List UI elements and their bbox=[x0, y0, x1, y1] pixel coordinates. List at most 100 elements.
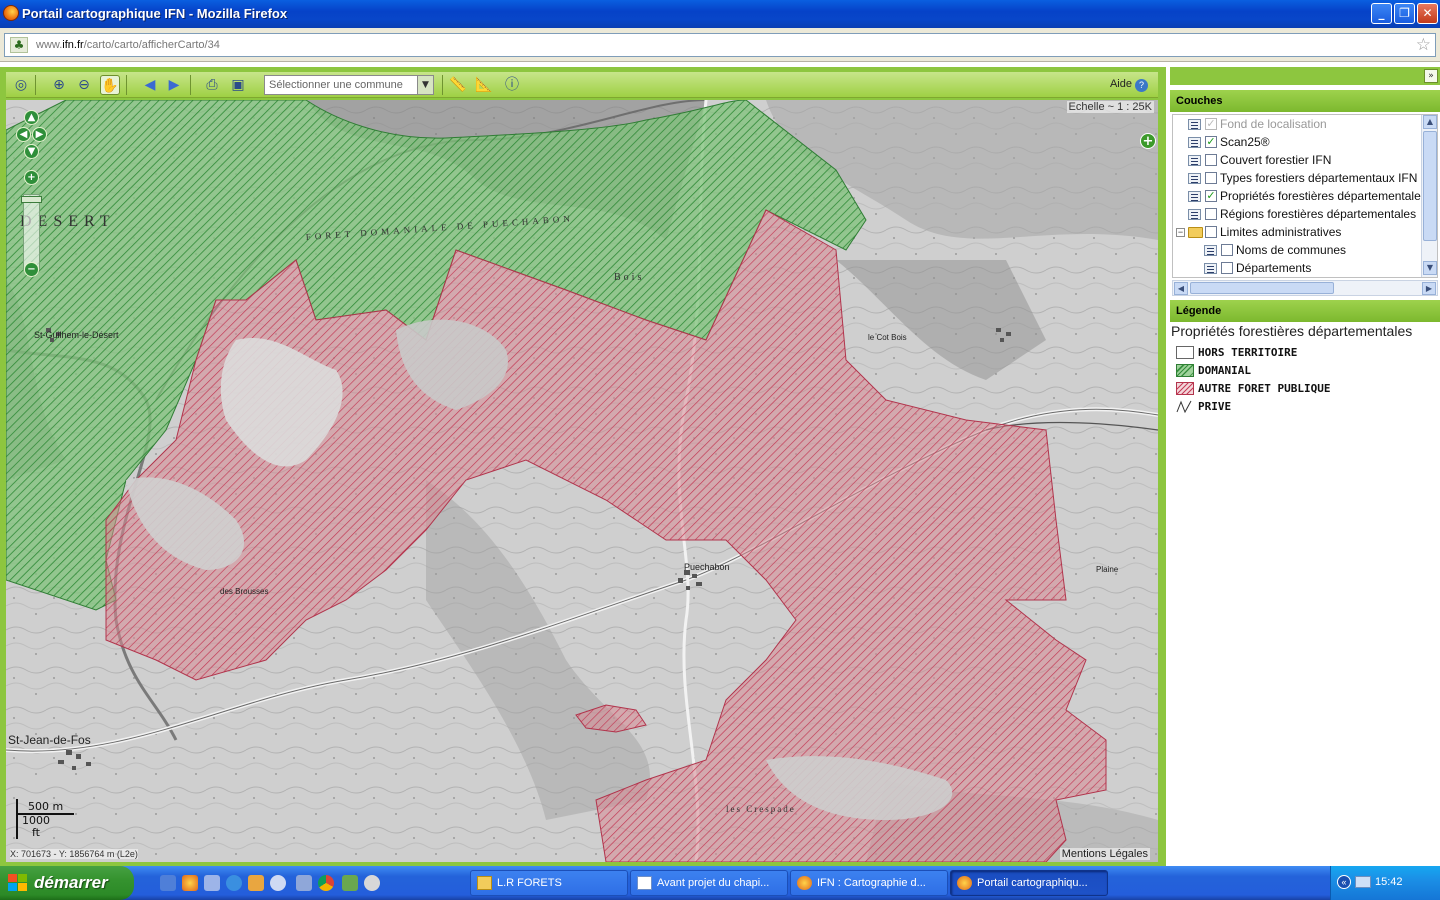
tray-expand-icon[interactable]: « bbox=[1337, 875, 1351, 889]
layer-checkbox[interactable]: ✓ bbox=[1205, 136, 1217, 148]
legend-swatch-line bbox=[1176, 400, 1192, 413]
url-field[interactable]: ♣ www.ifn.fr/carto/carto/afficherCarto/3… bbox=[4, 33, 1436, 57]
legend-swatch-green-hatch bbox=[1176, 364, 1194, 377]
place-label-saint-jean: St-Jean-de-Fos bbox=[8, 733, 91, 747]
zoom-slider[interactable] bbox=[23, 194, 40, 270]
pan-left-icon[interactable]: ◀ bbox=[16, 127, 31, 142]
windows-flag-icon bbox=[8, 874, 28, 892]
bookmark-star-icon[interactable]: ☆ bbox=[1416, 35, 1431, 55]
pan-down-icon[interactable]: ▼ bbox=[24, 144, 39, 159]
pan-hand-icon[interactable]: ✋ bbox=[100, 75, 120, 95]
layer-checkbox[interactable] bbox=[1205, 172, 1217, 184]
firefox-quicklaunch-icon[interactable] bbox=[182, 875, 198, 891]
site-icon: ♣ bbox=[10, 37, 28, 53]
zoom-slider-thumb[interactable] bbox=[21, 196, 42, 203]
layer-departements[interactable]: Départements bbox=[1173, 259, 1423, 277]
export-icon[interactable]: ▣ bbox=[228, 75, 248, 95]
scroll-down-icon[interactable]: ▼ bbox=[1423, 261, 1437, 275]
chevron-down-icon[interactable]: ▼ bbox=[417, 76, 433, 94]
scroll-thumb[interactable] bbox=[1190, 282, 1334, 294]
maximize-button[interactable]: ❐ bbox=[1394, 3, 1415, 24]
side-panel-top-bar: » bbox=[1170, 67, 1440, 85]
zoom-in-icon[interactable]: ⊕ bbox=[49, 75, 69, 95]
layer-tree-vertical-scrollbar[interactable]: ▲ ▼ bbox=[1421, 115, 1437, 277]
layer-checkbox[interactable] bbox=[1205, 226, 1217, 238]
full-extent-icon[interactable]: ◎ bbox=[11, 75, 31, 95]
window-title: Portail cartographique IFN - Mozilla Fir… bbox=[22, 6, 288, 21]
firefox-icon bbox=[957, 876, 972, 890]
network-icon[interactable] bbox=[1355, 876, 1371, 888]
scroll-up-icon[interactable]: ▲ bbox=[1423, 115, 1437, 129]
layer-checkbox: ✓ bbox=[1205, 118, 1217, 130]
commune-select[interactable]: Sélectionner une commune ▼ bbox=[264, 75, 434, 95]
app-area: ◎ ⊕ ⊖ ✋ ◀ ▶ ⎙ ▣ Sélectionner une commune… bbox=[0, 62, 1440, 866]
print-icon[interactable]: ⎙ bbox=[202, 75, 222, 95]
layer-tree-horizontal-scrollbar[interactable]: ◀ ▶ bbox=[1172, 280, 1438, 296]
show-desktop-icon[interactable] bbox=[160, 875, 176, 891]
app-quicklaunch-icon[interactable] bbox=[342, 875, 358, 891]
layer-couvert-forestier[interactable]: Couvert forestier IFN bbox=[1173, 151, 1423, 169]
measure-area-icon[interactable]: 📐 bbox=[474, 75, 494, 95]
previous-view-icon[interactable]: ◀ bbox=[140, 75, 160, 95]
info-icon[interactable]: ⓘ bbox=[502, 75, 522, 95]
scale-bar: 500 m 1000 ft bbox=[14, 798, 78, 844]
layer-checkbox[interactable] bbox=[1205, 208, 1217, 220]
task-avant-projet[interactable]: Avant projet du chapi... bbox=[630, 870, 788, 896]
system-tray: « 15:42 bbox=[1330, 866, 1440, 900]
scale-bar-metric: 500 m bbox=[28, 800, 64, 813]
place-label-plaine: Plaine bbox=[1096, 565, 1119, 574]
zoom-out-icon[interactable]: ⊖ bbox=[74, 75, 94, 95]
pan-up-icon[interactable]: ▲ bbox=[24, 110, 39, 125]
map-imagery: DESERT FORET DOMANIALE DE PUECHABON St-G… bbox=[6, 100, 1158, 862]
start-button[interactable]: démarrer bbox=[0, 866, 134, 900]
chrome-icon[interactable] bbox=[318, 875, 334, 891]
layer-types-forestiers[interactable]: Types forestiers départementaux IFN bbox=[1173, 169, 1423, 187]
layer-tree: ✓ Fond de localisation ✓ Scan25® Couvert… bbox=[1172, 114, 1438, 278]
collapse-tree-icon[interactable]: − bbox=[1176, 228, 1185, 237]
layer-switcher-plus-icon[interactable]: + bbox=[1140, 133, 1156, 149]
layer-limites-administratives[interactable]: − Limites administratives bbox=[1173, 223, 1423, 241]
layer-noms-communes[interactable]: Noms de communes bbox=[1173, 241, 1423, 259]
zoom-plus-icon[interactable]: + bbox=[24, 170, 39, 185]
layer-checkbox[interactable]: ✓ bbox=[1205, 190, 1217, 202]
app-quicklaunch-icon[interactable] bbox=[364, 875, 380, 891]
place-label-cot-bois: le Cot Bois bbox=[868, 333, 907, 342]
zoom-minus-icon[interactable]: − bbox=[24, 262, 39, 277]
pan-right-icon[interactable]: ▶ bbox=[32, 127, 47, 142]
measure-distance-icon[interactable]: 📏 bbox=[448, 75, 468, 95]
task-ifn-cartographie[interactable]: IFN : Cartographie d... bbox=[790, 870, 948, 896]
app-quicklaunch-icon[interactable] bbox=[248, 875, 264, 891]
legal-notice-link[interactable]: Mentions Légales bbox=[1059, 848, 1150, 860]
legend-swatch-red-hatch bbox=[1176, 382, 1194, 395]
app-quicklaunch-icon[interactable] bbox=[270, 875, 286, 891]
internet-explorer-icon[interactable] bbox=[226, 875, 242, 891]
place-label-brousses: des Brousses bbox=[220, 587, 268, 596]
help-link[interactable]: Aide? bbox=[1110, 78, 1148, 92]
layer-proprietes-forestieres[interactable]: ✓ Propriétés forestières départementales bbox=[1173, 187, 1427, 205]
place-label-bois: Bois bbox=[614, 272, 644, 283]
collapse-panel-icon[interactable]: » bbox=[1424, 69, 1438, 83]
scroll-left-icon[interactable]: ◀ bbox=[1174, 282, 1188, 295]
mouse-coordinates: X: 701673 - Y: 1856764 m (L2e) bbox=[10, 849, 138, 859]
legend-swatch-empty bbox=[1176, 346, 1194, 359]
layer-scan25[interactable]: ✓ Scan25® bbox=[1173, 133, 1423, 151]
layer-regions-forestieres[interactable]: Régions forestières départementales bbox=[1173, 205, 1423, 223]
task-lr-forets[interactable]: L.R FORETS bbox=[470, 870, 628, 896]
next-view-icon[interactable]: ▶ bbox=[164, 75, 184, 95]
layer-checkbox[interactable] bbox=[1205, 154, 1217, 166]
media-player-icon[interactable] bbox=[204, 875, 220, 891]
layer-fond-localisation[interactable]: ✓ Fond de localisation bbox=[1173, 115, 1423, 133]
help-icon: ? bbox=[1135, 79, 1148, 92]
scroll-right-icon[interactable]: ▶ bbox=[1422, 282, 1436, 295]
minimize-button[interactable]: _ bbox=[1371, 3, 1392, 24]
clock[interactable]: 15:42 bbox=[1375, 876, 1403, 888]
task-portail-cartographique[interactable]: Portail cartographiqu... bbox=[950, 870, 1108, 896]
scroll-thumb[interactable] bbox=[1423, 131, 1437, 241]
close-button[interactable]: ✕ bbox=[1417, 3, 1438, 24]
legende-header: Légende bbox=[1170, 300, 1440, 322]
layer-checkbox[interactable] bbox=[1221, 244, 1233, 256]
map-canvas[interactable]: DESERT FORET DOMANIALE DE PUECHABON St-G… bbox=[6, 100, 1158, 862]
app-quicklaunch-icon[interactable] bbox=[296, 875, 312, 891]
url-text: www.ifn.fr/carto/carto/afficherCarto/34 bbox=[36, 39, 220, 51]
layer-checkbox[interactable] bbox=[1221, 262, 1233, 274]
